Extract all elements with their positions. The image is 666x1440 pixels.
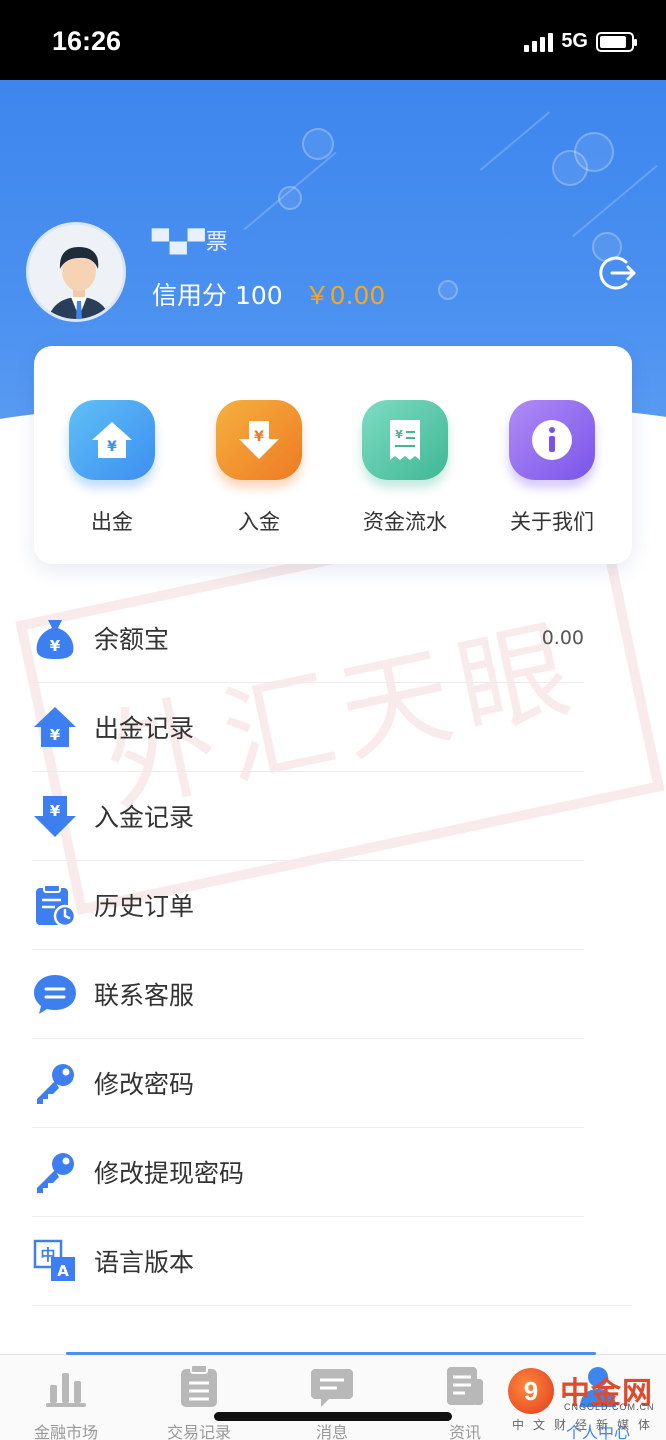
- coin-decoration-icon: [438, 280, 458, 300]
- quick-action-label: 资金流水: [363, 510, 447, 534]
- signal-icon: [524, 32, 554, 52]
- key-icon: [32, 1060, 78, 1106]
- quick-action-deposit[interactable]: ¥ 入金: [199, 400, 319, 536]
- deposit-record-icon: ¥: [32, 793, 78, 839]
- quick-action-label: 入金: [238, 510, 280, 534]
- quick-action-label: 关于我们: [510, 510, 594, 534]
- money-bag-icon: ¥: [32, 615, 78, 661]
- account-balance: ￥0.00: [304, 281, 386, 310]
- nav-messages[interactable]: 消息: [272, 1365, 392, 1440]
- menu-item-yuebao[interactable]: ¥ 余额宝 0.00: [32, 594, 584, 683]
- deposit-arrow-icon: ¥: [216, 400, 302, 480]
- menu-item-label: 入金记录: [94, 803, 195, 832]
- brand-logo-icon: 9: [508, 1368, 554, 1414]
- svg-text:¥: ¥: [395, 428, 403, 441]
- logout-icon: [599, 256, 636, 290]
- bar-chart-icon: [45, 1365, 87, 1407]
- nav-label: 金融市场: [33, 1423, 98, 1440]
- clipboard-icon: [178, 1365, 220, 1407]
- menu-item-label: 出金记录: [94, 714, 195, 743]
- brand-watermark: 9 中金网 CNGOLD.COM.CN 中文财经新媒体: [506, 1362, 664, 1436]
- network-type: 5G: [561, 30, 588, 52]
- nav-label: 消息: [315, 1423, 348, 1440]
- svg-text:¥: ¥: [107, 439, 117, 455]
- quick-action-about[interactable]: 关于我们: [492, 400, 612, 536]
- menu-item-label: 修改密码: [94, 1070, 195, 1099]
- menu-item-label: 余额宝: [94, 625, 170, 654]
- svg-text:¥: ¥: [50, 637, 61, 655]
- quick-action-withdraw[interactable]: ¥ 出金: [52, 400, 172, 536]
- svg-text:A: A: [57, 1262, 69, 1280]
- history-order-icon: [32, 882, 78, 928]
- menu-item-label: 语言版本: [94, 1248, 195, 1277]
- svg-text:¥: ¥: [50, 726, 61, 744]
- withdraw-record-icon: ¥: [32, 704, 78, 750]
- withdraw-house-icon: ¥: [69, 400, 155, 480]
- menu-item-history-orders[interactable]: 历史订单: [32, 861, 584, 950]
- svg-text:¥: ¥: [254, 429, 264, 445]
- quick-action-fund-flow[interactable]: ¥ 资金流水: [345, 400, 465, 536]
- credit-score: 信用分 100: [152, 281, 283, 310]
- receipt-icon: ¥: [362, 400, 448, 480]
- menu-item-change-password[interactable]: 修改密码: [32, 1039, 584, 1128]
- info-icon: [509, 400, 595, 480]
- news-icon: [444, 1365, 486, 1407]
- key-icon: [32, 1149, 78, 1195]
- message-icon: [311, 1365, 353, 1407]
- menu-item-language[interactable]: 中A 语言版本: [32, 1217, 632, 1306]
- brand-url: CNGOLD.COM.CN: [564, 1402, 655, 1412]
- language-icon: 中A: [32, 1238, 78, 1284]
- battery-icon: [596, 31, 637, 52]
- status-indicators: 5G: [524, 30, 637, 53]
- brand-subtitle: 中文财经新媒体: [512, 1418, 660, 1432]
- status-time: 16:26: [52, 26, 122, 56]
- nav-label: 交易记录: [166, 1423, 231, 1440]
- menu-item-label: 联系客服: [94, 981, 195, 1010]
- avatar[interactable]: [26, 222, 126, 322]
- status-bar: 16:26 5G: [0, 0, 666, 80]
- quick-action-label: 出金: [91, 510, 133, 534]
- nav-markets[interactable]: 金融市场: [6, 1365, 126, 1440]
- nav-trade-records[interactable]: 交易记录: [139, 1365, 259, 1440]
- menu-item-label: 修改提现密码: [94, 1159, 245, 1188]
- quick-actions-card: ¥ 出金 ¥ 入金 ¥ 资金流水 关于我们: [34, 346, 632, 564]
- coin-decoration-icon: [574, 132, 614, 172]
- credit-row: 信用分 100 ￥0.00: [152, 276, 385, 312]
- menu-item-withdraw-record[interactable]: ¥ 出金记录: [32, 683, 584, 772]
- menu-item-label: 历史订单: [94, 892, 195, 921]
- svg-text:¥: ¥: [50, 802, 61, 820]
- home-indicator: [214, 1412, 452, 1421]
- username: ▀▄▀票: [152, 230, 229, 255]
- menu-item-deposit-record[interactable]: ¥ 入金记录: [32, 772, 584, 861]
- menu-item-change-withdraw-password[interactable]: 修改提现密码: [32, 1128, 584, 1217]
- logout-button[interactable]: [596, 252, 638, 294]
- menu-item-customer-service[interactable]: 联系客服: [32, 950, 584, 1039]
- chat-bubble-icon: [32, 971, 78, 1017]
- menu-item-value: 0.00: [541, 627, 584, 649]
